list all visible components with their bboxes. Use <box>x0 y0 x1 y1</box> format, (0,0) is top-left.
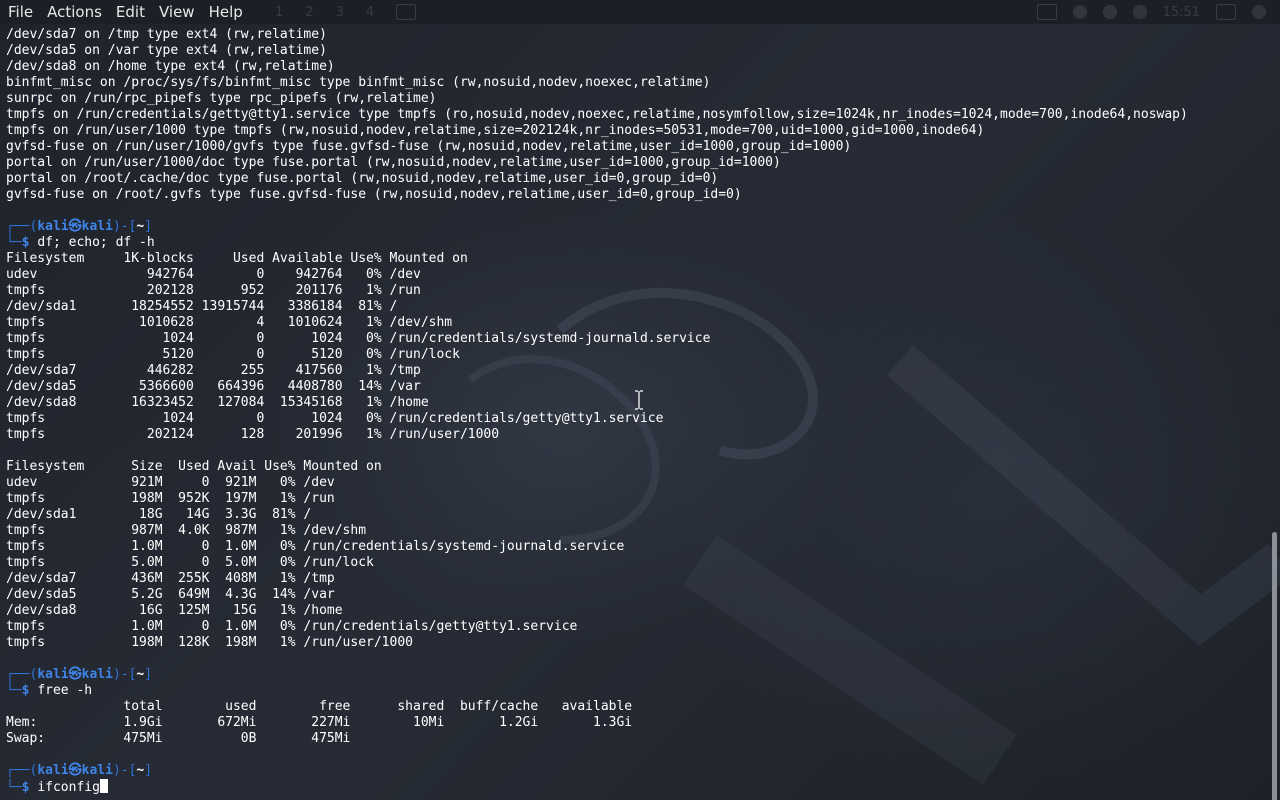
terminal-launcher-icon[interactable] <box>396 4 417 20</box>
output-line: tmpfs 1024 0 1024 0% /run/credentials/sy… <box>6 331 711 346</box>
output-line: tmpfs on /run/credentials/getty@tty1.ser… <box>6 107 1188 122</box>
output-line: tmpfs 1010628 4 1010624 1% /dev/shm <box>6 315 453 330</box>
display-icon[interactable] <box>1036 4 1057 20</box>
output-line: binfmt_misc on /proc/sys/fs/binfmt_misc … <box>6 75 711 90</box>
output-line: /dev/sda8 on /home type ext4 (rw,relatim… <box>6 59 335 74</box>
menu-help[interactable]: Help <box>202 0 250 24</box>
menu-view[interactable]: View <box>152 0 202 24</box>
output-line: tmpfs on /run/user/1000 type tmpfs (rw,n… <box>6 123 985 138</box>
output-line: Filesystem 1K-blocks Used Available Use%… <box>6 251 468 266</box>
output-line: total used free shared buff/cache availa… <box>6 699 633 714</box>
output-line: portal on /run/user/1000/doc type fuse.p… <box>6 155 781 170</box>
output-line: gvfsd-fuse on /run/user/1000/gvfs type f… <box>6 139 852 154</box>
mouse-ibeam-cursor-icon <box>635 390 643 410</box>
output-line: /dev/sda5 on /var type ext4 (rw,relatime… <box>6 43 327 58</box>
output-line: /dev/sda1 18254552 13915744 3386184 81% … <box>6 299 398 314</box>
output-line: portal on /root/.cache/doc type fuse.por… <box>6 171 719 186</box>
output-line: tmpfs 5120 0 5120 0% /run/lock <box>6 347 460 362</box>
notification-bell-icon[interactable] <box>1102 5 1117 19</box>
panel-workspaces: 1 2 3 4 <box>275 0 417 24</box>
volume-icon[interactable] <box>1072 5 1087 19</box>
prompt-directory: ~ <box>136 219 145 234</box>
output-line: /dev/sda1 18G 14G 3.3G 81% / <box>6 507 312 522</box>
output-line: /dev/sda7 446282 255 417560 1% /tmp <box>6 363 421 378</box>
command-text: df; echo; df -h <box>37 235 155 250</box>
prompt-directory: ~ <box>136 667 145 682</box>
output-line: udev 942764 0 942764 0% /dev <box>6 267 421 282</box>
output-line: /dev/sda8 16323452 127084 15345168 1% /h… <box>6 395 429 410</box>
output-line: Filesystem Size Used Avail Use% Mounted … <box>6 459 382 474</box>
terminal-output[interactable]: /dev/sda7 on /tmp type ext4 (rw,relatime… <box>0 27 1268 800</box>
terminal-scrollbar[interactable] <box>1268 24 1280 800</box>
workspace-1[interactable]: 1 <box>275 5 283 20</box>
power-icon[interactable] <box>1252 5 1266 19</box>
output-line: tmpfs 1.0M 0 1.0M 0% /run/credentials/sy… <box>6 539 625 554</box>
panel-tray: 15:51 <box>1036 0 1266 24</box>
command-line: └─$ free -h <box>6 683 93 698</box>
output-line: tmpfs 198M 952K 197M 1% /run <box>6 491 335 506</box>
output-line: /dev/sda7 on /tmp type ext4 (rw,relatime… <box>6 27 327 42</box>
output-line: gvfsd-fuse on /root/.gvfs type fuse.gvfs… <box>6 187 742 202</box>
power-manager-icon[interactable] <box>1132 5 1147 19</box>
output-line: tmpfs 202124 128 201996 1% /run/user/100… <box>6 427 500 442</box>
output-line: tmpfs 987M 4.0K 987M 1% /dev/shm <box>6 523 367 538</box>
output-line: Mem: 1.9Gi 672Mi 227Mi 10Mi 1.2Gi 1.3Gi <box>6 715 633 730</box>
prompt-header: ┌──(kali㉿kali)-[~] <box>6 667 153 682</box>
output-line: /dev/sda7 436M 255K 408M 1% /tmp <box>6 571 335 586</box>
output-line: udev 921M 0 921M 0% /dev <box>6 475 335 490</box>
scrollbar-thumb[interactable] <box>1272 532 1277 800</box>
panel-clock[interactable]: 15:51 <box>1163 5 1200 20</box>
menu-actions[interactable]: Actions <box>40 0 109 24</box>
output-line: sunrpc on /run/rpc_pipefs type rpc_pipef… <box>6 91 437 106</box>
prompt-user-host: kali㉿kali <box>37 763 113 778</box>
output-line: /dev/sda5 5366600 664396 4408780 14% /va… <box>6 379 421 394</box>
prompt-header: ┌──(kali㉿kali)-[~] <box>6 763 153 778</box>
text-cursor <box>99 779 108 793</box>
workspace-3[interactable]: 3 <box>336 5 344 20</box>
output-line: tmpfs 198M 128K 198M 1% /run/user/1000 <box>6 635 413 650</box>
output-line: tmpfs 1.0M 0 1.0M 0% /run/credentials/ge… <box>6 619 578 634</box>
prompt-header: ┌──(kali㉿kali)-[~] <box>6 219 153 234</box>
menu-file[interactable]: File <box>0 0 40 24</box>
command-text: ifconfig <box>37 780 100 795</box>
output-line: tmpfs 1024 0 1024 0% /run/credentials/ge… <box>6 411 664 426</box>
output-line: /dev/sda5 5.2G 649M 4.3G 14% /var <box>6 587 335 602</box>
prompt-user-host: kali㉿kali <box>37 219 113 234</box>
lock-icon[interactable] <box>1216 4 1236 20</box>
output-line: /dev/sda8 16G 125M 15G 1% /home <box>6 603 343 618</box>
prompt-directory: ~ <box>136 763 145 778</box>
menu-edit[interactable]: Edit <box>109 0 152 24</box>
output-line: tmpfs 202128 952 201176 1% /run <box>6 283 421 298</box>
command-text: free -h <box>37 683 93 698</box>
prompt-user-host: kali㉿kali <box>37 667 113 682</box>
command-line: └─$ df; echo; df -h <box>6 235 155 250</box>
output-line: Swap: 475Mi 0B 475Mi <box>6 731 351 746</box>
output-line: tmpfs 5.0M 0 5.0M 0% /run/lock <box>6 555 374 570</box>
workspace-4[interactable]: 4 <box>366 5 374 20</box>
workspace-2[interactable]: 2 <box>305 5 313 20</box>
command-line[interactable]: └─$ ifconfig <box>6 779 108 795</box>
